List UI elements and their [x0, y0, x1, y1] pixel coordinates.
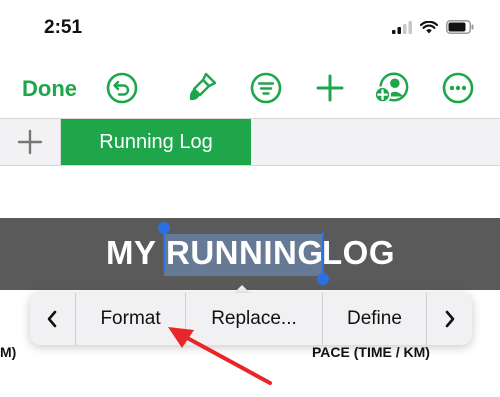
annotation-arrow-icon [168, 327, 272, 385]
